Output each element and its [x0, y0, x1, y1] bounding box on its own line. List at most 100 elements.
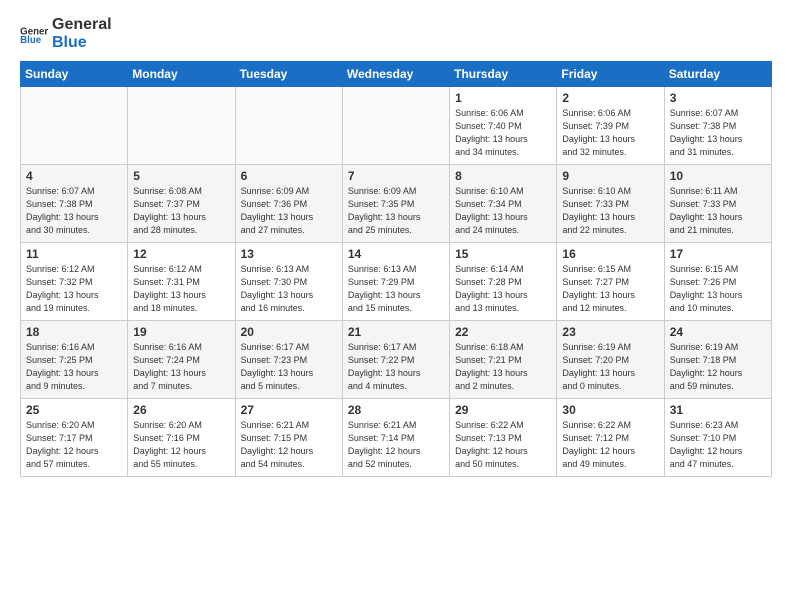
calendar-cell: 21 Sunrise: 6:17 AM Sunset: 7:22 PM Dayli…	[342, 321, 449, 399]
page: General Blue General Blue SundayMondayTu…	[0, 0, 792, 489]
day-number: 25	[26, 403, 122, 417]
weekday-header-thursday: Thursday	[450, 62, 557, 87]
header: General Blue General Blue	[20, 16, 772, 51]
calendar-week-row: 1 Sunrise: 6:06 AM Sunset: 7:40 PM Daylig…	[21, 87, 772, 165]
calendar-cell: 14Sunrise: 6:13 AM Sunset: 7:29 PM Dayli…	[342, 243, 449, 321]
calendar-cell: 29 Sunrise: 6:22 AM Sunset: 7:13 PM Dayli…	[450, 399, 557, 477]
day-number: 28	[348, 403, 444, 417]
calendar-cell: 27 Sunrise: 6:21 AM Sunset: 7:15 PM Dayli…	[235, 399, 342, 477]
day-number: 9	[562, 169, 658, 183]
calendar-cell: 2 Sunrise: 6:06 AM Sunset: 7:39 PM Daylig…	[557, 87, 664, 165]
day-number: 10	[670, 169, 766, 183]
logo-general: General	[52, 16, 112, 34]
weekday-header-saturday: Saturday	[664, 62, 771, 87]
day-info: Sunrise: 6:17 AM Sunset: 7:22 PM Dayligh…	[348, 341, 444, 393]
weekday-header-row: SundayMondayTuesdayWednesdayThursdayFrid…	[21, 62, 772, 87]
day-info: Sunrise: 6:22 AM Sunset: 7:13 PM Dayligh…	[455, 419, 551, 471]
day-info: Sunrise: 6:12 AM Sunset: 7:32 PM Dayligh…	[26, 263, 122, 315]
weekday-header-wednesday: Wednesday	[342, 62, 449, 87]
weekday-header-sunday: Sunday	[21, 62, 128, 87]
day-info: Sunrise: 6:20 AM Sunset: 7:17 PM Dayligh…	[26, 419, 122, 471]
calendar-cell: 19 Sunrise: 6:16 AM Sunset: 7:24 PM Dayli…	[128, 321, 235, 399]
day-info: Sunrise: 6:15 AM Sunset: 7:26 PM Dayligh…	[670, 263, 766, 315]
calendar-cell: 11Sunrise: 6:12 AM Sunset: 7:32 PM Dayli…	[21, 243, 128, 321]
weekday-header-monday: Monday	[128, 62, 235, 87]
calendar-cell: 18 Sunrise: 6:16 AM Sunset: 7:25 PM Dayli…	[21, 321, 128, 399]
day-info: Sunrise: 6:12 AM Sunset: 7:31 PM Dayligh…	[133, 263, 229, 315]
day-number: 26	[133, 403, 229, 417]
calendar-cell: 30 Sunrise: 6:22 AM Sunset: 7:12 PM Dayli…	[557, 399, 664, 477]
calendar-cell: 25 Sunrise: 6:20 AM Sunset: 7:17 PM Dayli…	[21, 399, 128, 477]
day-number: 4	[26, 169, 122, 183]
day-info: Sunrise: 6:06 AM Sunset: 7:40 PM Dayligh…	[455, 107, 551, 159]
calendar-cell: 4 Sunrise: 6:07 AM Sunset: 7:38 PM Daylig…	[21, 165, 128, 243]
day-number: 21	[348, 325, 444, 339]
day-info: Sunrise: 6:11 AM Sunset: 7:33 PM Dayligh…	[670, 185, 766, 237]
logo-icon: General Blue	[20, 25, 48, 43]
day-info: Sunrise: 6:19 AM Sunset: 7:20 PM Dayligh…	[562, 341, 658, 393]
calendar-cell: 23Sunrise: 6:19 AM Sunset: 7:20 PM Dayli…	[557, 321, 664, 399]
calendar-cell	[21, 87, 128, 165]
calendar-cell: 10 Sunrise: 6:11 AM Sunset: 7:33 PM Dayli…	[664, 165, 771, 243]
calendar-cell: 13Sunrise: 6:13 AM Sunset: 7:30 PM Dayli…	[235, 243, 342, 321]
day-info: Sunrise: 6:07 AM Sunset: 7:38 PM Dayligh…	[26, 185, 122, 237]
day-number: 19	[133, 325, 229, 339]
day-info: Sunrise: 6:22 AM Sunset: 7:12 PM Dayligh…	[562, 419, 658, 471]
calendar-cell: 9 Sunrise: 6:10 AM Sunset: 7:33 PM Daylig…	[557, 165, 664, 243]
day-info: Sunrise: 6:18 AM Sunset: 7:21 PM Dayligh…	[455, 341, 551, 393]
calendar-cell	[342, 87, 449, 165]
svg-text:Blue: Blue	[20, 35, 42, 43]
day-number: 2	[562, 91, 658, 105]
day-number: 13	[241, 247, 337, 261]
calendar-cell: 5 Sunrise: 6:08 AM Sunset: 7:37 PM Daylig…	[128, 165, 235, 243]
day-info: Sunrise: 6:13 AM Sunset: 7:29 PM Dayligh…	[348, 263, 444, 315]
day-number: 20	[241, 325, 337, 339]
day-info: Sunrise: 6:16 AM Sunset: 7:24 PM Dayligh…	[133, 341, 229, 393]
day-number: 24	[670, 325, 766, 339]
calendar-cell: 31 Sunrise: 6:23 AM Sunset: 7:10 PM Dayli…	[664, 399, 771, 477]
day-info: Sunrise: 6:21 AM Sunset: 7:14 PM Dayligh…	[348, 419, 444, 471]
day-number: 3	[670, 91, 766, 105]
day-number: 31	[670, 403, 766, 417]
day-number: 15	[455, 247, 551, 261]
day-info: Sunrise: 6:14 AM Sunset: 7:28 PM Dayligh…	[455, 263, 551, 315]
day-number: 18	[26, 325, 122, 339]
day-number: 12	[133, 247, 229, 261]
day-info: Sunrise: 6:06 AM Sunset: 7:39 PM Dayligh…	[562, 107, 658, 159]
calendar-week-row: 18 Sunrise: 6:16 AM Sunset: 7:25 PM Dayli…	[21, 321, 772, 399]
day-number: 27	[241, 403, 337, 417]
calendar-week-row: 25 Sunrise: 6:20 AM Sunset: 7:17 PM Dayli…	[21, 399, 772, 477]
calendar: SundayMondayTuesdayWednesdayThursdayFrid…	[20, 61, 772, 477]
day-info: Sunrise: 6:16 AM Sunset: 7:25 PM Dayligh…	[26, 341, 122, 393]
calendar-cell: 16 Sunrise: 6:15 AM Sunset: 7:27 PM Dayli…	[557, 243, 664, 321]
day-info: Sunrise: 6:23 AM Sunset: 7:10 PM Dayligh…	[670, 419, 766, 471]
calendar-cell: 3Sunrise: 6:07 AM Sunset: 7:38 PM Daylig…	[664, 87, 771, 165]
calendar-cell: 6Sunrise: 6:09 AM Sunset: 7:36 PM Daylig…	[235, 165, 342, 243]
day-info: Sunrise: 6:10 AM Sunset: 7:33 PM Dayligh…	[562, 185, 658, 237]
day-number: 7	[348, 169, 444, 183]
day-info: Sunrise: 6:08 AM Sunset: 7:37 PM Dayligh…	[133, 185, 229, 237]
calendar-cell: 26 Sunrise: 6:20 AM Sunset: 7:16 PM Dayli…	[128, 399, 235, 477]
calendar-cell: 17Sunrise: 6:15 AM Sunset: 7:26 PM Dayli…	[664, 243, 771, 321]
day-number: 8	[455, 169, 551, 183]
calendar-cell	[235, 87, 342, 165]
calendar-cell: 28 Sunrise: 6:21 AM Sunset: 7:14 PM Dayli…	[342, 399, 449, 477]
day-number: 1	[455, 91, 551, 105]
day-number: 29	[455, 403, 551, 417]
day-info: Sunrise: 6:19 AM Sunset: 7:18 PM Dayligh…	[670, 341, 766, 393]
day-number: 5	[133, 169, 229, 183]
day-info: Sunrise: 6:21 AM Sunset: 7:15 PM Dayligh…	[241, 419, 337, 471]
day-info: Sunrise: 6:09 AM Sunset: 7:35 PM Dayligh…	[348, 185, 444, 237]
calendar-cell: 20Sunrise: 6:17 AM Sunset: 7:23 PM Dayli…	[235, 321, 342, 399]
calendar-week-row: 11Sunrise: 6:12 AM Sunset: 7:32 PM Dayli…	[21, 243, 772, 321]
weekday-header-friday: Friday	[557, 62, 664, 87]
day-info: Sunrise: 6:10 AM Sunset: 7:34 PM Dayligh…	[455, 185, 551, 237]
day-number: 16	[562, 247, 658, 261]
day-info: Sunrise: 6:09 AM Sunset: 7:36 PM Dayligh…	[241, 185, 337, 237]
weekday-header-tuesday: Tuesday	[235, 62, 342, 87]
day-number: 30	[562, 403, 658, 417]
calendar-cell: 15 Sunrise: 6:14 AM Sunset: 7:28 PM Dayli…	[450, 243, 557, 321]
day-info: Sunrise: 6:15 AM Sunset: 7:27 PM Dayligh…	[562, 263, 658, 315]
day-info: Sunrise: 6:20 AM Sunset: 7:16 PM Dayligh…	[133, 419, 229, 471]
calendar-cell: 1 Sunrise: 6:06 AM Sunset: 7:40 PM Daylig…	[450, 87, 557, 165]
